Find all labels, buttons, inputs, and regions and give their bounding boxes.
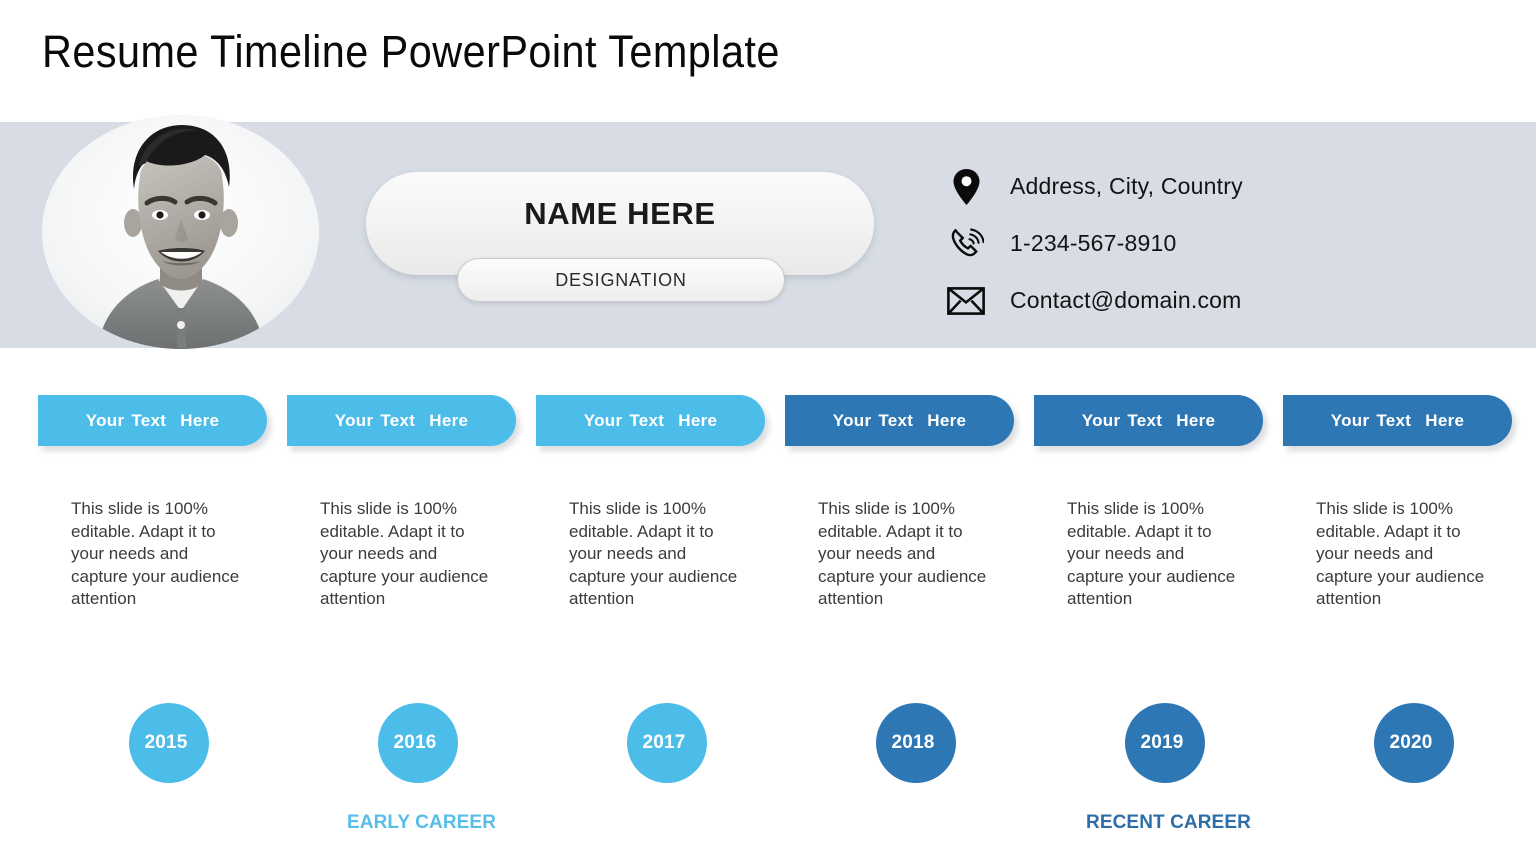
contact-list: Address, City, Country 1-234-567-8910 Co…: [944, 158, 1243, 329]
column-banner-2[interactable]: Your Text Here: [287, 395, 516, 446]
column-body-5: This slide is 100% editable. Adapt it to…: [1067, 499, 1236, 609]
contact-row-email: Contact@domain.com: [944, 272, 1243, 329]
year-marker-2017[interactable]: 2017: [627, 703, 707, 783]
column-body-3: This slide is 100% editable. Adapt it to…: [569, 499, 738, 609]
person-photo-icon: [42, 115, 319, 349]
column-banner-5[interactable]: Your Text Here: [1034, 395, 1263, 446]
contact-phone: 1-234-567-8910: [1010, 230, 1177, 256]
contact-row-address: Address, City, Country: [944, 158, 1243, 215]
year-marker-2016[interactable]: 2016: [378, 703, 458, 783]
column-body-2: This slide is 100% editable. Adapt it to…: [320, 499, 489, 609]
designation-pill: DESIGNATION: [457, 258, 785, 302]
timeline-year-markers: 2015 2016 2017 2018 2019 2020: [0, 703, 1536, 783]
timeline-column-6: Your Text Here This slide is 100% editable…: [1283, 395, 1532, 611]
column-banner-label-6: Your Text Here: [1330, 410, 1465, 430]
envelope-icon: [944, 286, 988, 315]
avatar: [42, 115, 319, 349]
timeline-column-1: Your Text Here This slide is 100% editable…: [38, 395, 287, 611]
column-body-6: This slide is 100% editable. Adapt it to…: [1316, 499, 1485, 609]
column-banner-1[interactable]: Your Text Here: [38, 395, 267, 446]
column-banner-label-4: Your Text Here: [832, 410, 967, 430]
column-banner-6[interactable]: Your Text Here: [1283, 395, 1512, 446]
page-title: Resume Timeline PowerPoint Template: [42, 26, 780, 77]
year-label-2018: 2018: [891, 732, 935, 753]
location-pin-icon: [944, 168, 988, 206]
year-label-2019: 2019: [1140, 732, 1184, 753]
year-marker-2018[interactable]: 2018: [876, 703, 956, 783]
timeline-column-2: Your Text Here This slide is 100% editable…: [287, 395, 536, 611]
contact-email: Contact@domain.com: [1010, 287, 1242, 313]
year-label-2015: 2015: [144, 732, 188, 753]
column-banner-label-2: Your Text Here: [334, 410, 469, 430]
timeline-column-3: Your Text Here This slide is 100% editable…: [536, 395, 785, 611]
year-label-2017: 2017: [642, 732, 686, 753]
timeline-column-5: Your Text Here This slide is 100% editable…: [1034, 395, 1283, 611]
column-body-4: This slide is 100% editable. Adapt it to…: [818, 499, 987, 609]
year-label-2016: 2016: [393, 732, 437, 753]
year-marker-2019[interactable]: 2019: [1125, 703, 1205, 783]
column-banner-label-3: Your Text Here: [583, 410, 718, 430]
year-marker-2015[interactable]: 2015: [129, 703, 209, 783]
designation-label: DESIGNATION: [555, 269, 687, 290]
column-body-1: This slide is 100% editable. Adapt it to…: [71, 499, 240, 609]
column-banner-label-5: Your Text Here: [1081, 410, 1216, 430]
contact-row-phone: 1-234-567-8910: [944, 215, 1243, 272]
column-banner-4[interactable]: Your Text Here: [785, 395, 1014, 446]
caption-recent-career: RECENT CAREER: [1086, 812, 1251, 833]
profile-name: NAME HERE: [524, 196, 716, 231]
timeline-column-4: Your Text Here This slide is 100% editable…: [785, 395, 1034, 611]
column-banner-3[interactable]: Your Text Here: [536, 395, 765, 446]
phone-icon: [944, 226, 988, 262]
column-banner-label-1: Your Text Here: [85, 410, 220, 430]
caption-early-career: EARLY CAREER: [347, 812, 497, 833]
year-label-2020: 2020: [1389, 732, 1433, 753]
year-marker-2020[interactable]: 2020: [1374, 703, 1454, 783]
contact-address: Address, City, Country: [1010, 173, 1243, 199]
